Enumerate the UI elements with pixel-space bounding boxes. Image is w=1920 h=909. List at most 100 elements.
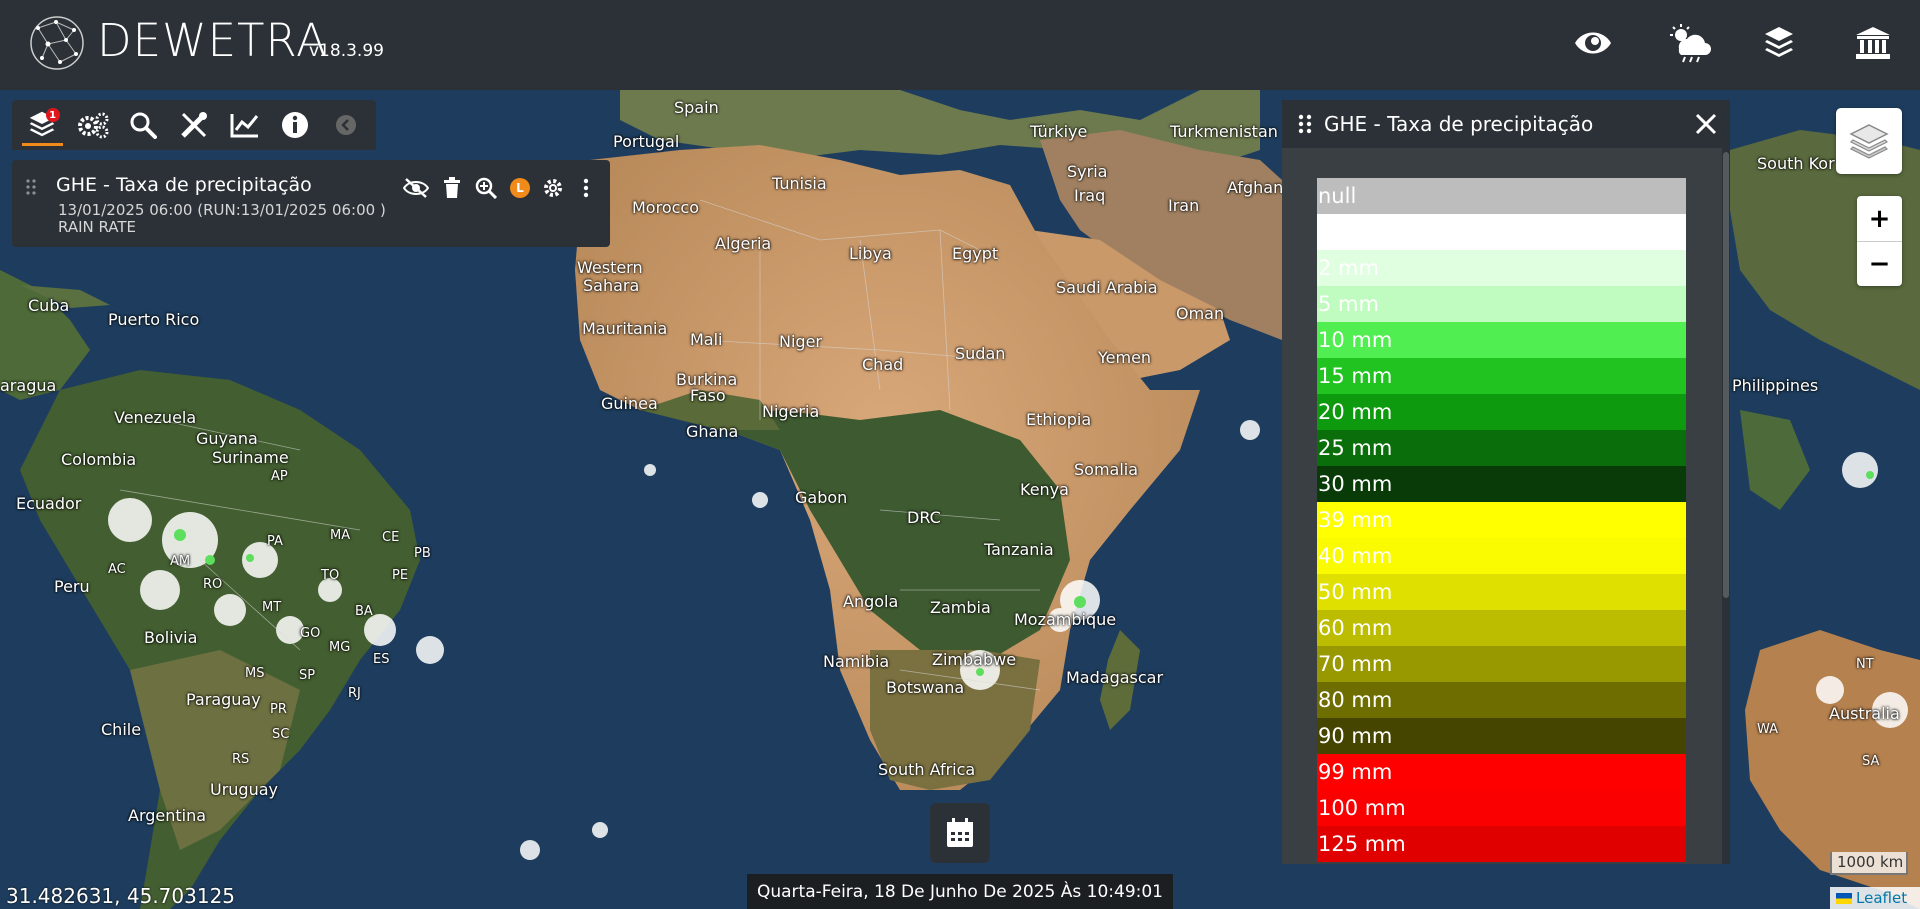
map-label: South Africa <box>878 760 976 779</box>
delete-layer-button[interactable] <box>438 174 466 202</box>
current-datetime: Quarta-Feira, 18 De Junho De 2025 Às 10:… <box>747 874 1173 909</box>
map-label: Somalia <box>1074 460 1139 479</box>
map-label: Angola <box>843 592 899 611</box>
map-attribution[interactable]: Leaflet <box>1830 887 1920 909</box>
chart-button[interactable] <box>224 104 265 146</box>
eye-button[interactable] <box>1568 20 1618 66</box>
scale-bar: 1000 km <box>1830 852 1908 875</box>
map-label: Iraq <box>1074 186 1106 205</box>
legend-row: 20 mm <box>1317 394 1686 430</box>
map-label: Tanzania <box>984 540 1054 559</box>
layers-tab-button[interactable]: 1 <box>22 104 63 146</box>
info-button[interactable] <box>275 104 316 146</box>
drag-handle-icon[interactable] <box>1298 114 1312 134</box>
legend-row: 30 mm <box>1317 466 1686 502</box>
map-label: MS <box>245 666 265 681</box>
legend-scrollbar[interactable] <box>1722 148 1730 864</box>
map-label: Saudi Arabia <box>1056 278 1158 297</box>
legend-row: 25 mm <box>1317 430 1686 466</box>
calendar-icon <box>947 818 973 847</box>
legend-row: 10 mm <box>1317 322 1686 358</box>
map-label: Syria <box>1067 162 1108 181</box>
zoom-in-icon <box>475 177 497 199</box>
legend-header[interactable]: GHE - Taxa de precipitação <box>1282 100 1730 148</box>
weather-button[interactable] <box>1665 20 1715 66</box>
settings-button[interactable] <box>73 104 114 146</box>
map-label: MA <box>330 528 351 543</box>
stacked-layers-icon <box>1849 124 1889 159</box>
map-label: Ghana <box>686 422 739 441</box>
bank-icon <box>1856 27 1890 59</box>
map-label: Paraguay <box>186 690 261 709</box>
layer-settings-button[interactable] <box>539 174 567 202</box>
map-label: Faso <box>690 386 726 405</box>
layers-stack-icon <box>1765 27 1793 57</box>
map-label: Türkiye <box>1030 122 1088 141</box>
map-label: Colombia <box>61 450 137 469</box>
map-label: Zimbabwe <box>932 650 1017 669</box>
map-label: SA <box>1862 754 1880 769</box>
map-label: GO <box>300 626 321 641</box>
legend-row: 15 mm <box>1317 358 1686 394</box>
drag-handle-icon[interactable] <box>26 179 36 195</box>
map-label: Ecuador <box>16 494 82 513</box>
map-label: PE <box>392 568 409 583</box>
basemap-layers-control[interactable] <box>1836 108 1902 174</box>
map-label: MG <box>329 640 351 655</box>
legend-body: null 2 mm 5 mm 10 mm 15 mm 20 mm 25 mm 30 mm 39 … <box>1282 148 1722 864</box>
zoom-in-button[interactable]: + <box>1857 196 1902 241</box>
map-label: Bolivia <box>144 628 198 647</box>
search-button[interactable] <box>123 104 164 146</box>
map-label: SC <box>272 727 290 742</box>
institution-button[interactable] <box>1848 20 1898 66</box>
tools-button[interactable] <box>174 104 215 146</box>
map-label: Mali <box>690 330 723 349</box>
legend-row: 40 mm <box>1317 538 1686 574</box>
layer-title: GHE - Taxa de precipitação <box>56 174 312 196</box>
layers-count-badge: 1 <box>45 108 60 122</box>
layer-date: 13/01/2025 06:00 (RUN:13/01/2025 06:00 ) <box>58 201 386 219</box>
close-legend-button[interactable] <box>1692 110 1720 138</box>
legend-letter: L <box>516 181 524 195</box>
zoom-out-button[interactable]: − <box>1857 241 1902 286</box>
map-label: AM <box>170 554 191 569</box>
info-icon <box>282 112 309 138</box>
legend-scroll-thumb[interactable] <box>1723 152 1729 598</box>
legend-row: 50 mm <box>1317 574 1686 610</box>
map-label: Australia <box>1829 704 1900 723</box>
leaflet-link[interactable]: Leaflet <box>1856 887 1907 909</box>
app-header: DEWETRA v18.3.99 <box>0 0 1920 90</box>
legend-row: 90 mm <box>1317 718 1686 754</box>
map-label: AP <box>271 469 288 484</box>
map-label: Suriname <box>212 448 289 467</box>
tools-icon <box>181 112 208 138</box>
zoom-to-layer-button[interactable] <box>472 174 500 202</box>
map-label: ES <box>373 652 390 667</box>
collapse-toolbar-button[interactable] <box>325 104 366 146</box>
map-label: Morocco <box>632 198 699 217</box>
legend-toggle-button[interactable]: L <box>506 174 534 202</box>
map-label: South Kor <box>1757 154 1835 173</box>
map-label: Philippines <box>1732 376 1819 395</box>
map-label: Tunisia <box>772 174 827 193</box>
globe-logo-icon <box>30 16 84 70</box>
map-label: BA <box>355 604 373 619</box>
map-label: RS <box>232 752 250 767</box>
layer-more-button[interactable] <box>572 174 600 202</box>
hide-layer-button[interactable] <box>402 174 430 202</box>
zoom-control: + − <box>1857 196 1902 286</box>
legend-row <box>1317 214 1686 250</box>
map-label: Cuba <box>28 296 70 315</box>
legend-title: GHE - Taxa de precipitação <box>1324 112 1594 136</box>
collapse-icon <box>335 115 356 135</box>
legend-row: 39 mm <box>1317 502 1686 538</box>
legend-row: 60 mm <box>1317 610 1686 646</box>
calendar-button[interactable] <box>930 803 990 863</box>
map-label: Portugal <box>613 132 680 151</box>
layers-menu-button[interactable] <box>1754 20 1804 66</box>
map-label: TO <box>321 568 340 583</box>
map-label: PR <box>270 702 287 717</box>
layer-variable: RAIN RATE <box>58 218 137 236</box>
map-label: RO <box>203 577 223 592</box>
map-label: Guinea <box>601 394 658 413</box>
